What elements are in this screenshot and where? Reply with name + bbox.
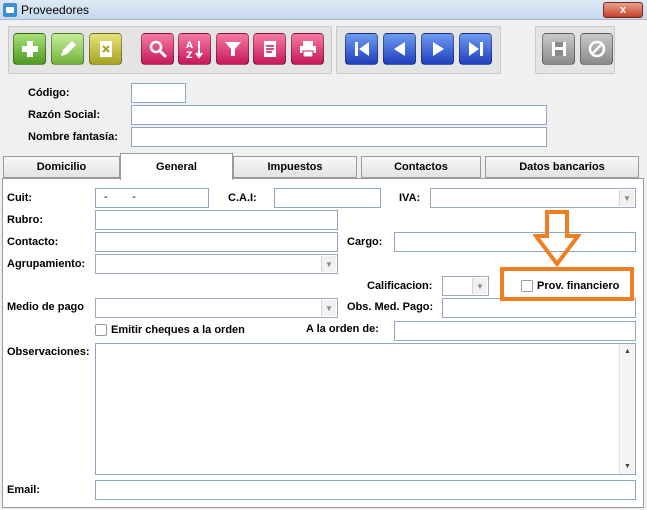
svg-text:A: A (186, 41, 193, 51)
pencil-icon (60, 41, 76, 56)
plus-icon (21, 41, 38, 57)
email-label: Email: (7, 484, 41, 496)
cai-label: C.A.I: (228, 192, 257, 204)
delete-button[interactable] (89, 33, 122, 65)
observaciones-textarea[interactable]: ▲ ▼ (95, 343, 636, 475)
add-button[interactable] (13, 33, 46, 65)
cuit-input[interactable]: - - (95, 188, 209, 208)
search-button[interactable] (141, 33, 174, 65)
printer-icon (299, 41, 316, 58)
edit-button[interactable] (51, 33, 84, 65)
report-button[interactable] (253, 33, 286, 65)
calificacion-select[interactable]: ▼ (442, 276, 489, 296)
sort-button[interactable]: AZ (178, 33, 211, 65)
nombre-fantasia-label: Nombre fantasía: (28, 131, 118, 143)
skip-last-icon (468, 42, 483, 56)
medio-pago-select[interactable]: ▼ (95, 298, 338, 318)
next-button[interactable] (421, 33, 454, 65)
app-icon (3, 3, 17, 17)
title-bar: Proveedores x (0, 0, 647, 20)
prev-button[interactable] (383, 33, 416, 65)
sort-az-icon: AZ (186, 41, 203, 60)
rubro-label: Rubro: (7, 214, 44, 226)
tab-datos-bancarios[interactable]: Datos bancarios (485, 156, 639, 178)
cancel-circle-icon (588, 40, 605, 58)
cargo-label: Cargo: (347, 236, 383, 248)
tab-impuestos[interactable]: Impuestos (233, 156, 357, 178)
floppy-icon (551, 42, 566, 56)
contacto-label: Contacto: (7, 236, 59, 248)
last-button[interactable] (459, 33, 492, 65)
obs-med-pago-input[interactable] (442, 298, 636, 318)
cancel-button[interactable] (580, 33, 613, 65)
cai-input[interactable] (274, 188, 381, 208)
nombre-fantasia-input[interactable] (131, 127, 547, 147)
observaciones-label: Observaciones: (7, 346, 90, 358)
play-left-icon (393, 42, 405, 56)
svg-text:Z: Z (186, 51, 193, 60)
chevron-down-icon[interactable]: ▼ (321, 300, 336, 316)
clipboard-icon (263, 41, 276, 57)
rubro-input[interactable] (95, 210, 338, 230)
emitir-cheques-checkbox[interactable] (95, 324, 107, 336)
observaciones-scrollbar[interactable]: ▲ ▼ (619, 344, 635, 474)
cargo-input[interactable] (394, 232, 636, 252)
save-button[interactable] (542, 33, 575, 65)
chevron-down-icon[interactable]: ▼ (472, 278, 487, 294)
email-input[interactable] (95, 480, 636, 500)
medio-pago-label: Medio de pago (7, 301, 84, 313)
contacto-input[interactable] (95, 232, 338, 252)
iva-label: IVA: (399, 192, 421, 204)
emitir-cheques-label: Emitir cheques a la orden (111, 324, 245, 336)
funnel-icon (224, 42, 241, 56)
a-la-orden-label: A la orden de: (306, 323, 379, 335)
tab-domicilio[interactable]: Domicilio (3, 156, 120, 178)
close-button[interactable]: x (603, 2, 643, 18)
play-right-icon (432, 42, 444, 56)
magnifier-icon (149, 40, 167, 59)
print-button[interactable] (291, 33, 324, 65)
a-la-orden-input[interactable] (394, 321, 636, 341)
iva-select[interactable]: ▼ (430, 188, 636, 208)
razon-social-input[interactable] (131, 105, 547, 125)
razon-social-label: Razón Social: (28, 109, 101, 121)
scroll-down-icon[interactable]: ▼ (620, 459, 635, 474)
obs-med-pago-label: Obs. Med. Pago: (347, 301, 434, 313)
cuit-label: Cuit: (7, 192, 33, 204)
calificacion-label: Calificacion: (367, 280, 433, 292)
codigo-label: Código: (28, 87, 70, 99)
scroll-up-icon[interactable]: ▲ (620, 344, 635, 359)
tab-general[interactable]: General (120, 153, 233, 180)
annotation-arrow-icon (533, 210, 581, 268)
skip-first-icon (354, 42, 369, 56)
chevron-down-icon[interactable]: ▼ (619, 190, 634, 206)
document-x-icon (99, 41, 112, 57)
annotation-highlight-box (500, 267, 634, 301)
first-button[interactable] (345, 33, 378, 65)
tab-contactos[interactable]: Contactos (361, 156, 481, 178)
chevron-down-icon[interactable]: ▼ (321, 256, 336, 272)
window-title: Proveedores (21, 3, 90, 17)
agrupamiento-select[interactable]: ▼ (95, 254, 338, 274)
codigo-input[interactable] (131, 83, 186, 103)
filter-button[interactable] (216, 33, 249, 65)
agrupamiento-label: Agrupamiento: (7, 258, 86, 270)
